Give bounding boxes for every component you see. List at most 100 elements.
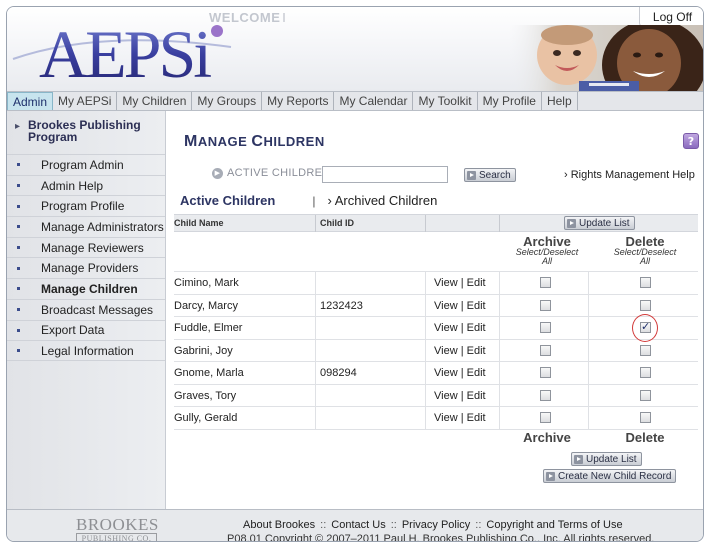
delete-checkbox[interactable] (640, 299, 651, 311)
child-id: 1232423 (320, 299, 363, 312)
archive-checkbox[interactable] (540, 277, 551, 288)
view-link[interactable]: View (434, 412, 458, 424)
view-link[interactable]: View (434, 322, 458, 334)
tab-my-children[interactable]: My Children (117, 92, 193, 110)
update-list-button-top[interactable]: Update List (564, 216, 635, 230)
delete-header: Delete Select/Deselect All (604, 235, 686, 266)
table-row: Cimino, Mark View | Edit (174, 272, 698, 295)
sidebar-item-export-data[interactable]: Export Data (7, 319, 165, 341)
edit-link[interactable]: Edit (467, 367, 486, 379)
help-question-icon[interactable]: ? (683, 133, 699, 149)
sidebar-item-broadcast-messages[interactable]: Broadcast Messages (7, 298, 165, 320)
tab-my-aepsi[interactable]: My AEPSi (53, 92, 118, 110)
sidebar-item-manage-children[interactable]: Manage Children (7, 278, 165, 299)
children-table: Child Name Child ID Update List Archive … (174, 214, 698, 430)
table-row: Graves, Tory View | Edit (174, 384, 698, 407)
bullet-icon (17, 163, 20, 167)
edit-link[interactable]: Edit (467, 345, 486, 357)
sidebar-item-program-admin[interactable]: Program Admin (7, 154, 165, 175)
table-row: Darcy, Marcy 1232423 View | Edit (174, 294, 698, 317)
child-name: Fuddle, Elmer (174, 322, 243, 334)
archive-checkbox[interactable] (540, 412, 551, 423)
archive-footer-label: Archive (523, 430, 571, 445)
footer-link-privacy[interactable]: Privacy Policy (402, 519, 470, 531)
sidebar: ▸ Brookes Publishing Program Program Adm… (7, 111, 166, 509)
tab-my-toolkit[interactable]: My Toolkit (413, 92, 478, 110)
footer-link-about[interactable]: About Brookes (243, 519, 315, 531)
bullet-icon (17, 287, 20, 291)
children-tabs: Active Children | › Archived Children (180, 193, 500, 208)
sidebar-item-admin-help[interactable]: Admin Help (7, 174, 165, 196)
tab-admin[interactable]: Admin (7, 92, 54, 110)
tab-my-reports[interactable]: My Reports (262, 92, 335, 110)
create-new-child-record-button[interactable]: Create New Child Record (543, 469, 677, 483)
delete-checkbox[interactable] (640, 389, 651, 401)
table-header: Child Name Child ID Update List (174, 214, 698, 232)
edit-link[interactable]: Edit (467, 322, 486, 334)
active-children-label: ▶ ACTIVE CHILDREN (212, 167, 331, 179)
footer-link-contact[interactable]: Contact Us (331, 519, 385, 531)
sidebar-item-manage-reviewers[interactable]: Manage Reviewers (7, 236, 165, 258)
tab-my-groups[interactable]: My Groups (192, 92, 263, 110)
edit-link[interactable]: Edit (467, 412, 486, 424)
table-row: Gnome, Marla 098294 View | Edit (174, 362, 698, 385)
search-button[interactable]: Search (464, 168, 516, 182)
archive-checkbox[interactable] (540, 299, 551, 311)
highlight-circle (632, 314, 658, 342)
edit-link[interactable]: Edit (467, 277, 486, 289)
child-name: Gabrini, Joy (174, 344, 233, 357)
tab-my-profile[interactable]: My Profile (478, 92, 542, 110)
footer-link-terms[interactable]: Copyright and Terms of Use (486, 519, 622, 531)
tab-active-children[interactable]: Active Children (180, 193, 275, 208)
welcome-text: WELCOME (209, 10, 281, 25)
delete-checkbox[interactable] (640, 344, 651, 356)
child-name: Cimino, Mark (174, 277, 239, 289)
tab-archived-children[interactable]: › Archived Children (327, 193, 437, 208)
child-name: Gully, Gerald (174, 412, 238, 424)
arrow-right-icon (546, 471, 555, 481)
update-list-button-bottom[interactable]: Update List (571, 452, 642, 466)
logoff-button[interactable]: Log Off (639, 7, 703, 27)
bullet-icon (17, 225, 20, 229)
delete-checkbox[interactable] (640, 367, 651, 378)
copyright-text: P08.01 Copyright © 2007–2011 Paul H. Bro… (227, 533, 655, 542)
view-link[interactable]: View (434, 345, 458, 357)
table-row: Fuddle, Elmer View | Edit (174, 314, 698, 342)
archive-checkbox[interactable] (540, 344, 551, 356)
archive-checkbox[interactable] (540, 389, 551, 401)
edit-link[interactable]: Edit (467, 300, 486, 312)
footer: BROOKES PUBLISHING CO. About Brookes:: Co… (7, 509, 703, 542)
delete-checkbox[interactable] (640, 412, 651, 423)
rights-management-help-link[interactable]: › Rights Management Help (564, 169, 695, 181)
archive-checkbox[interactable] (540, 367, 551, 378)
footer-links: About Brookes:: Contact Us:: Privacy Polic… (243, 519, 623, 531)
sidebar-heading-line2: Program (28, 130, 78, 144)
child-id: 098294 (320, 367, 357, 379)
sidebar-heading[interactable]: ▸ Brookes Publishing Program (7, 111, 165, 154)
child-name: Darcy, Marcy (174, 299, 238, 312)
sidebar-item-program-profile[interactable]: Program Profile (7, 195, 165, 216)
view-link[interactable]: View (434, 277, 458, 289)
edit-link[interactable]: Edit (467, 390, 486, 402)
search-input[interactable] (322, 166, 448, 183)
aepsi-logo[interactable]: AEPSi (9, 9, 239, 89)
view-link[interactable]: View (434, 367, 458, 379)
delete-footer-label: Delete (625, 430, 665, 445)
delete-checkbox[interactable] (640, 277, 651, 288)
view-link[interactable]: View (434, 390, 458, 402)
child-name: Gnome, Marla (174, 367, 244, 379)
table-footer-labels: Archive Delete (174, 431, 698, 447)
archive-checkbox[interactable] (540, 322, 551, 333)
child-name: Graves, Tory (174, 389, 237, 402)
bullet-icon (17, 308, 20, 312)
tab-help[interactable]: Help (542, 92, 578, 110)
view-link[interactable]: View (434, 300, 458, 312)
arrow-circle-icon: ▶ (212, 167, 223, 179)
sidebar-item-legal-information[interactable]: Legal Information (7, 340, 165, 361)
tab-my-calendar[interactable]: My Calendar (334, 92, 414, 110)
sidebar-item-manage-providers[interactable]: Manage Providers (7, 257, 165, 278)
bullet-icon (17, 204, 20, 208)
sidebar-item-manage-administrators[interactable]: Manage Administrators (7, 216, 165, 237)
brookes-logo[interactable]: BROOKES PUBLISHING CO. (76, 516, 158, 541)
tab-separator: | (312, 193, 316, 208)
